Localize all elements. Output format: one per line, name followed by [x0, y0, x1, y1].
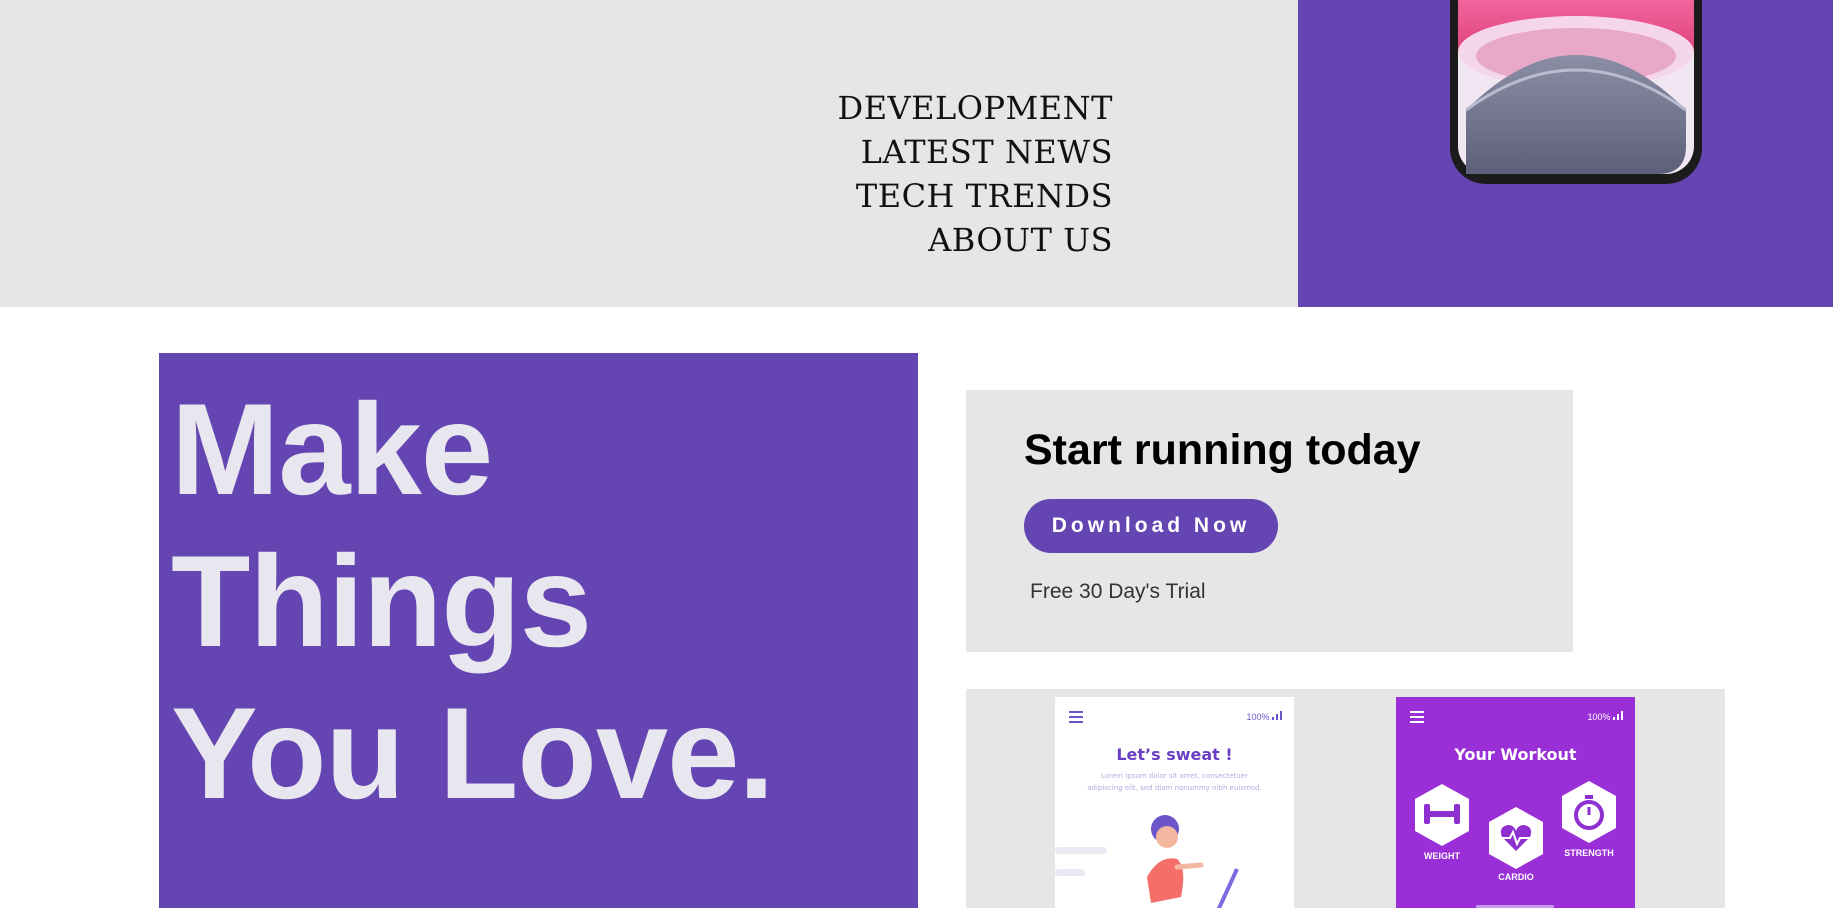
cta-card: Start running today Download Now Free 30… [966, 390, 1573, 652]
menu-icon [1410, 711, 1424, 723]
cta-title: Start running today [1024, 426, 1421, 474]
nav-development[interactable]: DEVELOPMENT [838, 86, 1113, 130]
hero-headline-line-1: Make [171, 376, 493, 522]
header-bar: DEVELOPMENT LATEST NEWS TECH TRENDS ABOU… [0, 0, 1298, 307]
battery-label: 100% [1246, 712, 1270, 722]
signal-icon [1613, 711, 1623, 720]
app1-body-1: Lorem ipsum dolor sit amet, consectetuer [1101, 772, 1248, 780]
hero-headline-line-3: You Love. [171, 680, 775, 826]
workout-strength-label: STRENGTH [1564, 848, 1614, 858]
nav-latest-news[interactable]: LATEST NEWS [838, 130, 1113, 174]
workout-weight-label: WEIGHT [1424, 851, 1460, 861]
menu-icon [1069, 711, 1083, 723]
app-screens-panel: 100% Let’s sweat ! Lorem ipsum dolor sit… [966, 689, 1725, 908]
nav-tech-trends[interactable]: TECH TRENDS [838, 174, 1113, 218]
trial-note: Free 30 Day's Trial [1030, 580, 1206, 603]
stopwatch-icon[interactable] [1559, 779, 1619, 847]
app1-body-2: adipiscing elit, sed diam nonummy nibh e… [1087, 784, 1262, 792]
main-nav: DEVELOPMENT LATEST NEWS TECH TRENDS ABOU… [838, 86, 1113, 262]
hero-headline-line-2: Things [171, 528, 592, 674]
workout-cardio-label: CARDIO [1498, 872, 1534, 882]
download-now-button[interactable]: Download Now [1024, 499, 1278, 553]
status-bar: 100% [1246, 711, 1282, 722]
signal-icon [1272, 711, 1282, 720]
hero-banner: Make Things You Love. [159, 353, 918, 908]
heart-pulse-icon[interactable] [1486, 805, 1546, 873]
app-screen-workout: 100% Your Workout WEIGHT CARDIO STRENGTH [1396, 697, 1635, 908]
battery-label: 100% [1587, 712, 1611, 722]
dumbbell-icon[interactable] [1412, 782, 1472, 850]
nav-about-us[interactable]: ABOUT US [838, 218, 1113, 262]
status-bar: 100% [1587, 711, 1623, 722]
promo-panel [1298, 0, 1833, 307]
phone-image [1450, 0, 1702, 184]
runner-illustration [1055, 815, 1239, 908]
app-screen-sweat: 100% Let’s sweat ! Lorem ipsum dolor sit… [1055, 697, 1294, 908]
app2-title: Your Workout [1454, 745, 1577, 764]
app1-title: Let’s sweat ! [1116, 745, 1233, 764]
